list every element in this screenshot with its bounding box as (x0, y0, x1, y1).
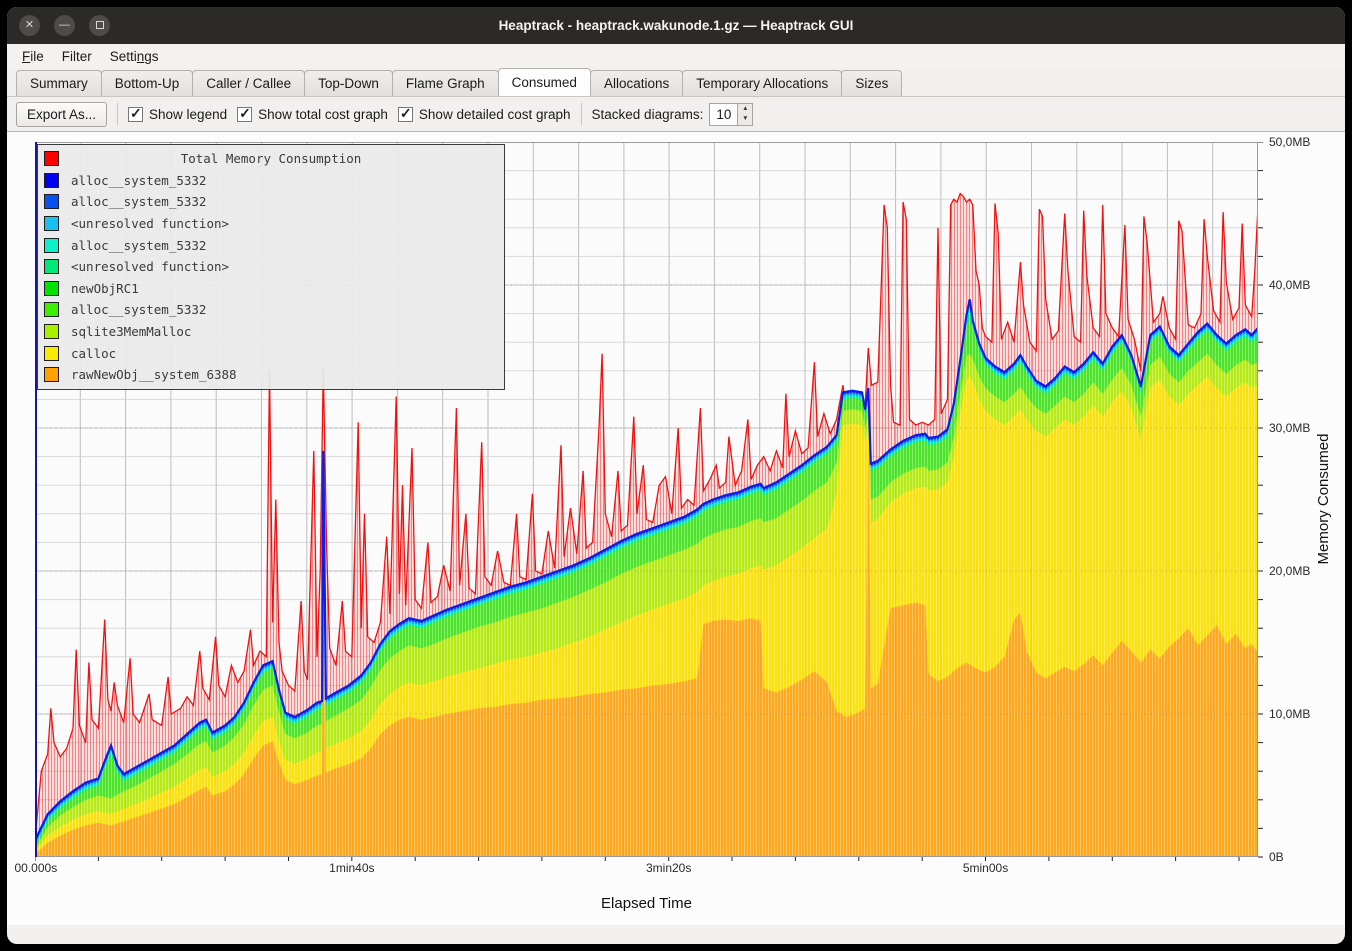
legend-swatch (44, 216, 59, 231)
legend-label: alloc__system_5332 (71, 173, 206, 188)
x-tick-label: 3min20s (646, 861, 691, 875)
legend-swatch (44, 346, 59, 361)
legend-item-calloc: calloc (44, 342, 498, 364)
x-tick-label: 5min00s (963, 861, 1008, 875)
legend-item-unresolved-function: <unresolved function> (44, 213, 498, 235)
stacked-diagrams-value[interactable]: 10 (710, 104, 737, 125)
app-window: ✕ — Heaptrack - heaptrack.wakunode.1.gz … (7, 7, 1345, 944)
checkbox-icon[interactable]: ✓ (237, 107, 252, 122)
legend-swatch (44, 259, 59, 274)
legend-swatch (44, 281, 59, 296)
toolbar-separator (581, 103, 582, 125)
legend-swatch (44, 173, 59, 188)
window-title: Heaptrack - heaptrack.wakunode.1.gz — He… (7, 18, 1345, 33)
export-as-button[interactable]: Export As... (16, 102, 107, 127)
y-tick-label: 30,0MB (1269, 421, 1310, 435)
legend-label: calloc (71, 346, 116, 361)
stacked-diagrams-label: Stacked diagrams: (592, 107, 704, 122)
legend-item-alloc-system-5332: alloc__system_5332 (44, 170, 498, 192)
spin-up-button[interactable]: ▲ (738, 104, 752, 115)
chart-legend[interactable]: Total Memory Consumption alloc__system_53… (37, 144, 505, 390)
spin-down-button[interactable]: ▼ (738, 114, 752, 125)
tab-bottom-up[interactable]: Bottom-Up (101, 70, 194, 96)
legend-label: <unresolved function> (71, 216, 229, 231)
legend-item-newobjrc1: newObjRC1 (44, 278, 498, 300)
checkbox-icon[interactable]: ✓ (128, 107, 143, 122)
legend-label: Total Memory Consumption (71, 151, 471, 166)
stacked-diagrams-spinbox[interactable]: 10 ▲ ▼ (709, 103, 753, 126)
tab-caller-callee[interactable]: Caller / Callee (192, 70, 305, 96)
checkbox-icon[interactable]: ✓ (398, 107, 413, 122)
x-axis-title: Elapsed Time (35, 895, 1258, 912)
menu-bar: FileFilterSettings (7, 44, 1345, 68)
tab-consumed[interactable]: Consumed (498, 68, 591, 96)
legend-label: alloc__system_5332 (71, 302, 206, 317)
legend-item-unresolved-function: <unresolved function> (44, 256, 498, 278)
y-tick-label: 50,0MB (1269, 135, 1310, 149)
tab-sizes[interactable]: Sizes (841, 70, 902, 96)
legend-label: sqlite3MemMalloc (71, 324, 191, 339)
legend-label: alloc__system_5332 (71, 238, 206, 253)
consumed-tab-page: 00.000s 1min40s 3min20s 5min00s 0B 10,0MB 20,… (7, 131, 1345, 925)
tab-summary[interactable]: Summary (16, 70, 102, 96)
y-tick-label: 10,0MB (1269, 707, 1310, 721)
legend-label: rawNewObj__system_6388 (71, 367, 237, 382)
toolbar: Export As... ✓ Show legend ✓ Show total cos… (7, 96, 1345, 131)
checkbox-show-total-cost-graph[interactable]: ✓ Show total cost graph (237, 107, 388, 122)
tab-top-down[interactable]: Top-Down (304, 70, 393, 96)
legend-swatch (44, 151, 59, 166)
legend-item-rawnewobj-system-6388: rawNewObj__system_6388 (44, 364, 498, 386)
maximize-icon[interactable] (89, 15, 110, 36)
legend-item-alloc-system-5332: alloc__system_5332 (44, 191, 498, 213)
tab-bar: SummaryBottom-UpCaller / CalleeTop-DownF… (7, 68, 1345, 96)
menu-item-file[interactable]: File (13, 47, 53, 66)
y-tick-label: 40,0MB (1269, 278, 1310, 292)
y-tick-label: 0B (1269, 850, 1284, 864)
y-axis-title: Memory Consumed (1315, 419, 1335, 579)
toolbar-separator (117, 103, 118, 125)
legend-swatch (44, 324, 59, 339)
x-tick-label: 00.000s (15, 861, 58, 875)
checkbox-label: Show legend (149, 107, 227, 122)
legend-item-alloc-system-5332: alloc__system_5332 (44, 234, 498, 256)
legend-item-sqlite3memmalloc: sqlite3MemMalloc (44, 321, 498, 343)
legend-label: newObjRC1 (71, 281, 139, 296)
legend-swatch (44, 238, 59, 253)
x-tick-label: 1min40s (329, 861, 374, 875)
legend-swatch (44, 194, 59, 209)
close-icon[interactable]: ✕ (19, 15, 40, 36)
legend-label: alloc__system_5332 (71, 194, 206, 209)
checkbox-label: Show detailed cost graph (419, 107, 571, 122)
legend-label: <unresolved function> (71, 259, 229, 274)
title-bar[interactable]: ✕ — Heaptrack - heaptrack.wakunode.1.gz … (7, 7, 1345, 44)
legend-swatch (44, 302, 59, 317)
minimize-icon[interactable]: — (54, 15, 75, 36)
legend-swatch (44, 367, 59, 382)
tab-flame-graph[interactable]: Flame Graph (392, 70, 499, 96)
checkbox-show-legend[interactable]: ✓ Show legend (128, 107, 227, 122)
checkbox-label: Show total cost graph (258, 107, 388, 122)
menu-item-filter[interactable]: Filter (53, 47, 101, 66)
legend-item-total-memory-consumption: Total Memory Consumption (44, 148, 498, 170)
checkbox-show-detailed-cost-graph[interactable]: ✓ Show detailed cost graph (398, 107, 571, 122)
y-tick-label: 20,0MB (1269, 564, 1310, 578)
tab-temporary-allocations[interactable]: Temporary Allocations (682, 70, 842, 96)
legend-item-alloc-system-5332: alloc__system_5332 (44, 299, 498, 321)
menu-item-settings[interactable]: Settings (101, 47, 168, 66)
tab-allocations[interactable]: Allocations (590, 70, 683, 96)
